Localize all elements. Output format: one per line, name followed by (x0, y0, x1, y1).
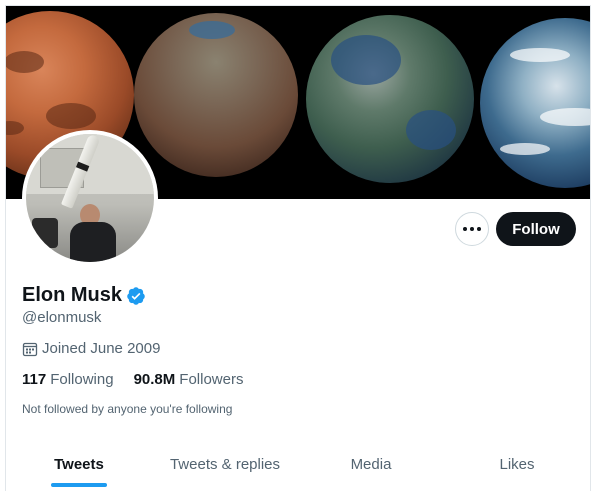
tab-tweets[interactable]: Tweets (6, 438, 152, 491)
followers-count: 90.8M (133, 371, 176, 388)
avatar[interactable] (22, 130, 158, 266)
banner-planet-earthlike (480, 18, 590, 188)
verified-badge-icon[interactable] (126, 286, 146, 306)
followers-label: Followers (179, 371, 244, 388)
following-link[interactable]: 117 Following (22, 371, 114, 388)
tab-media[interactable]: Media (298, 438, 444, 491)
joined-label: Joined June 2009 (42, 340, 161, 357)
more-options-button[interactable] (455, 212, 489, 246)
more-horizontal-icon (463, 227, 467, 231)
tab-likes[interactable]: Likes (444, 438, 590, 491)
calendar-icon (22, 342, 38, 356)
banner-planet-terraform-2 (306, 15, 474, 183)
avatar-photo (26, 134, 154, 262)
followed-by-note: Not followed by anyone you're following (22, 402, 233, 416)
profile-name-row: Elon Musk (22, 284, 146, 307)
followers-link[interactable]: 90.8M Followers (134, 371, 244, 388)
profile-card: Follow Elon Musk @elonmusk Joined June 2… (5, 5, 591, 491)
tab-label: Likes (499, 456, 535, 473)
tab-tweets-replies[interactable]: Tweets & replies (152, 438, 298, 491)
active-tab-indicator (51, 483, 107, 487)
tab-label: Tweets (54, 456, 104, 473)
follow-stats: 117 Following 90.8M Followers (22, 371, 263, 388)
profile-name: Elon Musk (22, 284, 123, 306)
profile-handle: @elonmusk (22, 309, 102, 326)
following-label: Following (50, 371, 114, 388)
follow-button[interactable]: Follow (496, 212, 576, 246)
following-count: 117 (22, 371, 47, 388)
joined-date: Joined June 2009 (22, 340, 160, 357)
profile-tabs: Tweets Tweets & replies Media Likes (6, 438, 590, 491)
tab-label: Tweets & replies (169, 456, 281, 473)
banner-planet-terraform-1 (134, 13, 298, 177)
tab-label: Media (350, 456, 392, 473)
